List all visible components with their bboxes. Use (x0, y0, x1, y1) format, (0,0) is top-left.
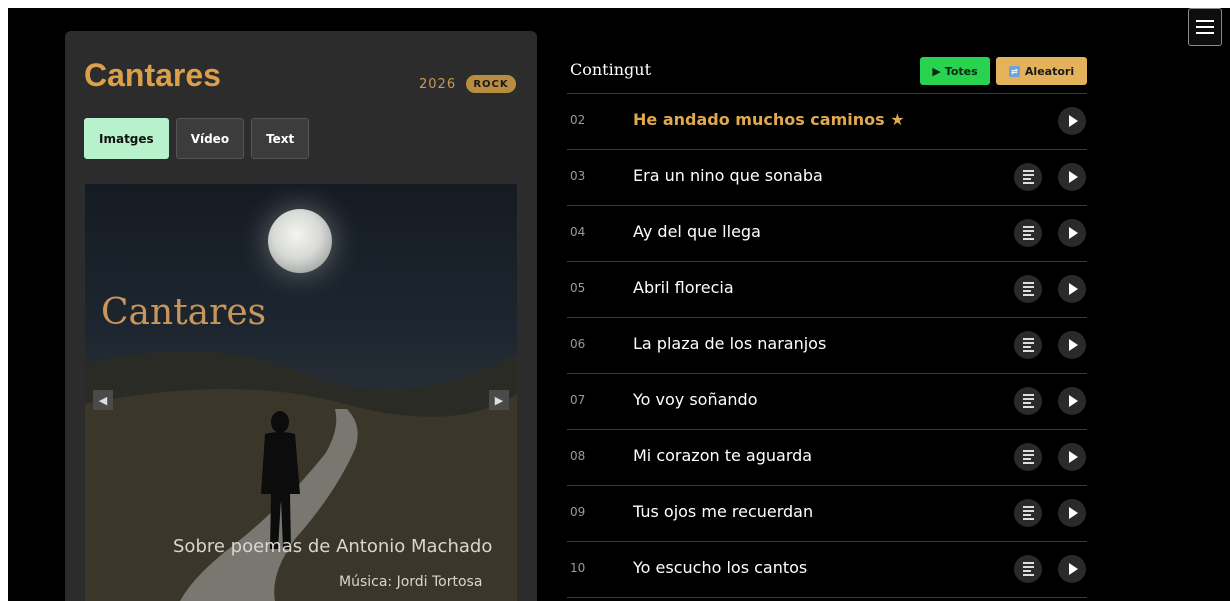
play-track-button[interactable] (1058, 387, 1086, 415)
play-icon (1069, 115, 1078, 127)
previous-image-button[interactable]: ◀ (93, 390, 113, 410)
chevron-left-icon: ◀ (98, 393, 108, 407)
left-strip (0, 0, 8, 601)
moon-graphic (268, 209, 332, 273)
track-title: He andado muchos caminos ★ (633, 110, 905, 129)
track-row[interactable]: 03 Era un nino que sonaba (567, 150, 1087, 206)
play-icon (1069, 395, 1078, 407)
play-icon (1069, 339, 1078, 351)
track-number: 02 (570, 113, 586, 127)
lyrics-button[interactable] (1014, 275, 1042, 303)
lyrics-button[interactable] (1014, 387, 1042, 415)
play-icon (1069, 171, 1078, 183)
lyrics-button[interactable] (1014, 555, 1042, 583)
lyrics-icon (1022, 282, 1034, 296)
lyrics-button[interactable] (1014, 499, 1042, 527)
track-number: 03 (570, 169, 586, 183)
play-track-button[interactable] (1058, 555, 1086, 583)
artwork-subtitle: Sobre poemas de Antonio Machado (173, 536, 493, 557)
landscape-graphic (85, 351, 517, 601)
track-row[interactable]: 02 He andado muchos caminos ★ (567, 94, 1087, 150)
lyrics-icon (1022, 170, 1034, 184)
play-track-button[interactable] (1058, 499, 1086, 527)
track-title: Tus ojos me recuerdan (633, 502, 814, 521)
lyrics-icon (1022, 562, 1034, 576)
artwork-title: Cantares (101, 292, 267, 333)
track-title: Yo voy soñando (633, 390, 758, 409)
tab-video[interactable]: Vídeo (175, 118, 245, 159)
lyrics-button[interactable] (1014, 443, 1042, 471)
play-track-button[interactable] (1058, 163, 1086, 191)
track-number: 04 (570, 225, 586, 239)
track-row[interactable]: 07 Yo voy soñando (567, 374, 1087, 430)
album-card: Cantares 2026 ROCK Imatges Vídeo Text Ca… (65, 31, 537, 601)
lyrics-button[interactable] (1014, 219, 1042, 247)
play-track-button[interactable] (1058, 443, 1086, 471)
lyrics-icon (1022, 226, 1034, 240)
track-row[interactable]: 04 Ay del que llega (567, 206, 1087, 262)
play-icon (1069, 227, 1078, 239)
album-year: 2026 (419, 77, 457, 92)
track-number: 09 (570, 505, 586, 519)
media-tabs: Imatges Vídeo Text (84, 118, 310, 159)
shuffle-icon: ⇄ (1008, 65, 1020, 77)
chevron-right-icon: ▶ (494, 393, 504, 407)
play-icon (1069, 507, 1078, 519)
track-row[interactable]: 05 Abril florecia (567, 262, 1087, 318)
track-row[interactable]: 09 Tus ojos me recuerdan (567, 486, 1087, 542)
next-image-button[interactable]: ▶ (489, 390, 509, 410)
album-artwork: Cantares Sobre poemas de Antonio Machado… (85, 184, 517, 601)
lyrics-button[interactable] (1014, 331, 1042, 359)
lyrics-icon (1022, 506, 1034, 520)
hamburger-menu-button[interactable] (1188, 8, 1222, 46)
track-row[interactable]: 08 Mi corazon te aguarda (567, 430, 1087, 486)
track-number: 10 (570, 561, 586, 575)
shuffle-label: Aleatori (1024, 64, 1075, 78)
play-all-button[interactable]: ▶ Totes (920, 57, 990, 85)
lyrics-icon (1022, 394, 1034, 408)
play-track-button[interactable] (1058, 331, 1086, 359)
track-title: La plaza de los naranjos (633, 334, 827, 353)
tab-images[interactable]: Imatges (84, 118, 169, 159)
track-number: 06 (570, 337, 586, 351)
track-title: Era un nino que sonaba (633, 166, 823, 185)
menu-icon (1196, 20, 1214, 22)
content-header: Contingut ▶ Totes ⇄ Aleatori (567, 55, 1087, 94)
play-icon (1069, 283, 1078, 295)
content-panel: Contingut ▶ Totes ⇄ Aleatori 02 He andad… (567, 55, 1087, 598)
track-row[interactable]: 06 La plaza de los naranjos (567, 318, 1087, 374)
content-title: Contingut (570, 60, 652, 79)
lyrics-button[interactable] (1014, 163, 1042, 191)
play-track-button[interactable] (1058, 275, 1086, 303)
track-title: Yo escucho los cantos (633, 558, 808, 577)
top-strip (0, 0, 1230, 8)
track-title: Mi corazon te aguarda (633, 446, 813, 465)
track-title: Abril florecia (633, 278, 734, 297)
track-number: 08 (570, 449, 586, 463)
track-title: Ay del que llega (633, 222, 761, 241)
track-row[interactable]: 10 Yo escucho los cantos (567, 542, 1087, 598)
track-number: 05 (570, 281, 586, 295)
lyrics-icon (1022, 450, 1034, 464)
play-icon (1069, 451, 1078, 463)
play-track-button[interactable] (1058, 107, 1086, 135)
track-number: 07 (570, 393, 586, 407)
genre-badge: ROCK (466, 75, 516, 93)
shuffle-button[interactable]: ⇄ Aleatori (996, 57, 1087, 85)
lyrics-icon (1022, 338, 1034, 352)
play-all-label: Totes (944, 64, 978, 78)
play-track-button[interactable] (1058, 219, 1086, 247)
play-icon: ▶ (932, 64, 941, 78)
tab-text[interactable]: Text (251, 118, 310, 159)
album-title: Cantares (84, 57, 221, 93)
artwork-credits: Música: Jordi Tortosa (339, 574, 483, 590)
play-icon (1069, 563, 1078, 575)
